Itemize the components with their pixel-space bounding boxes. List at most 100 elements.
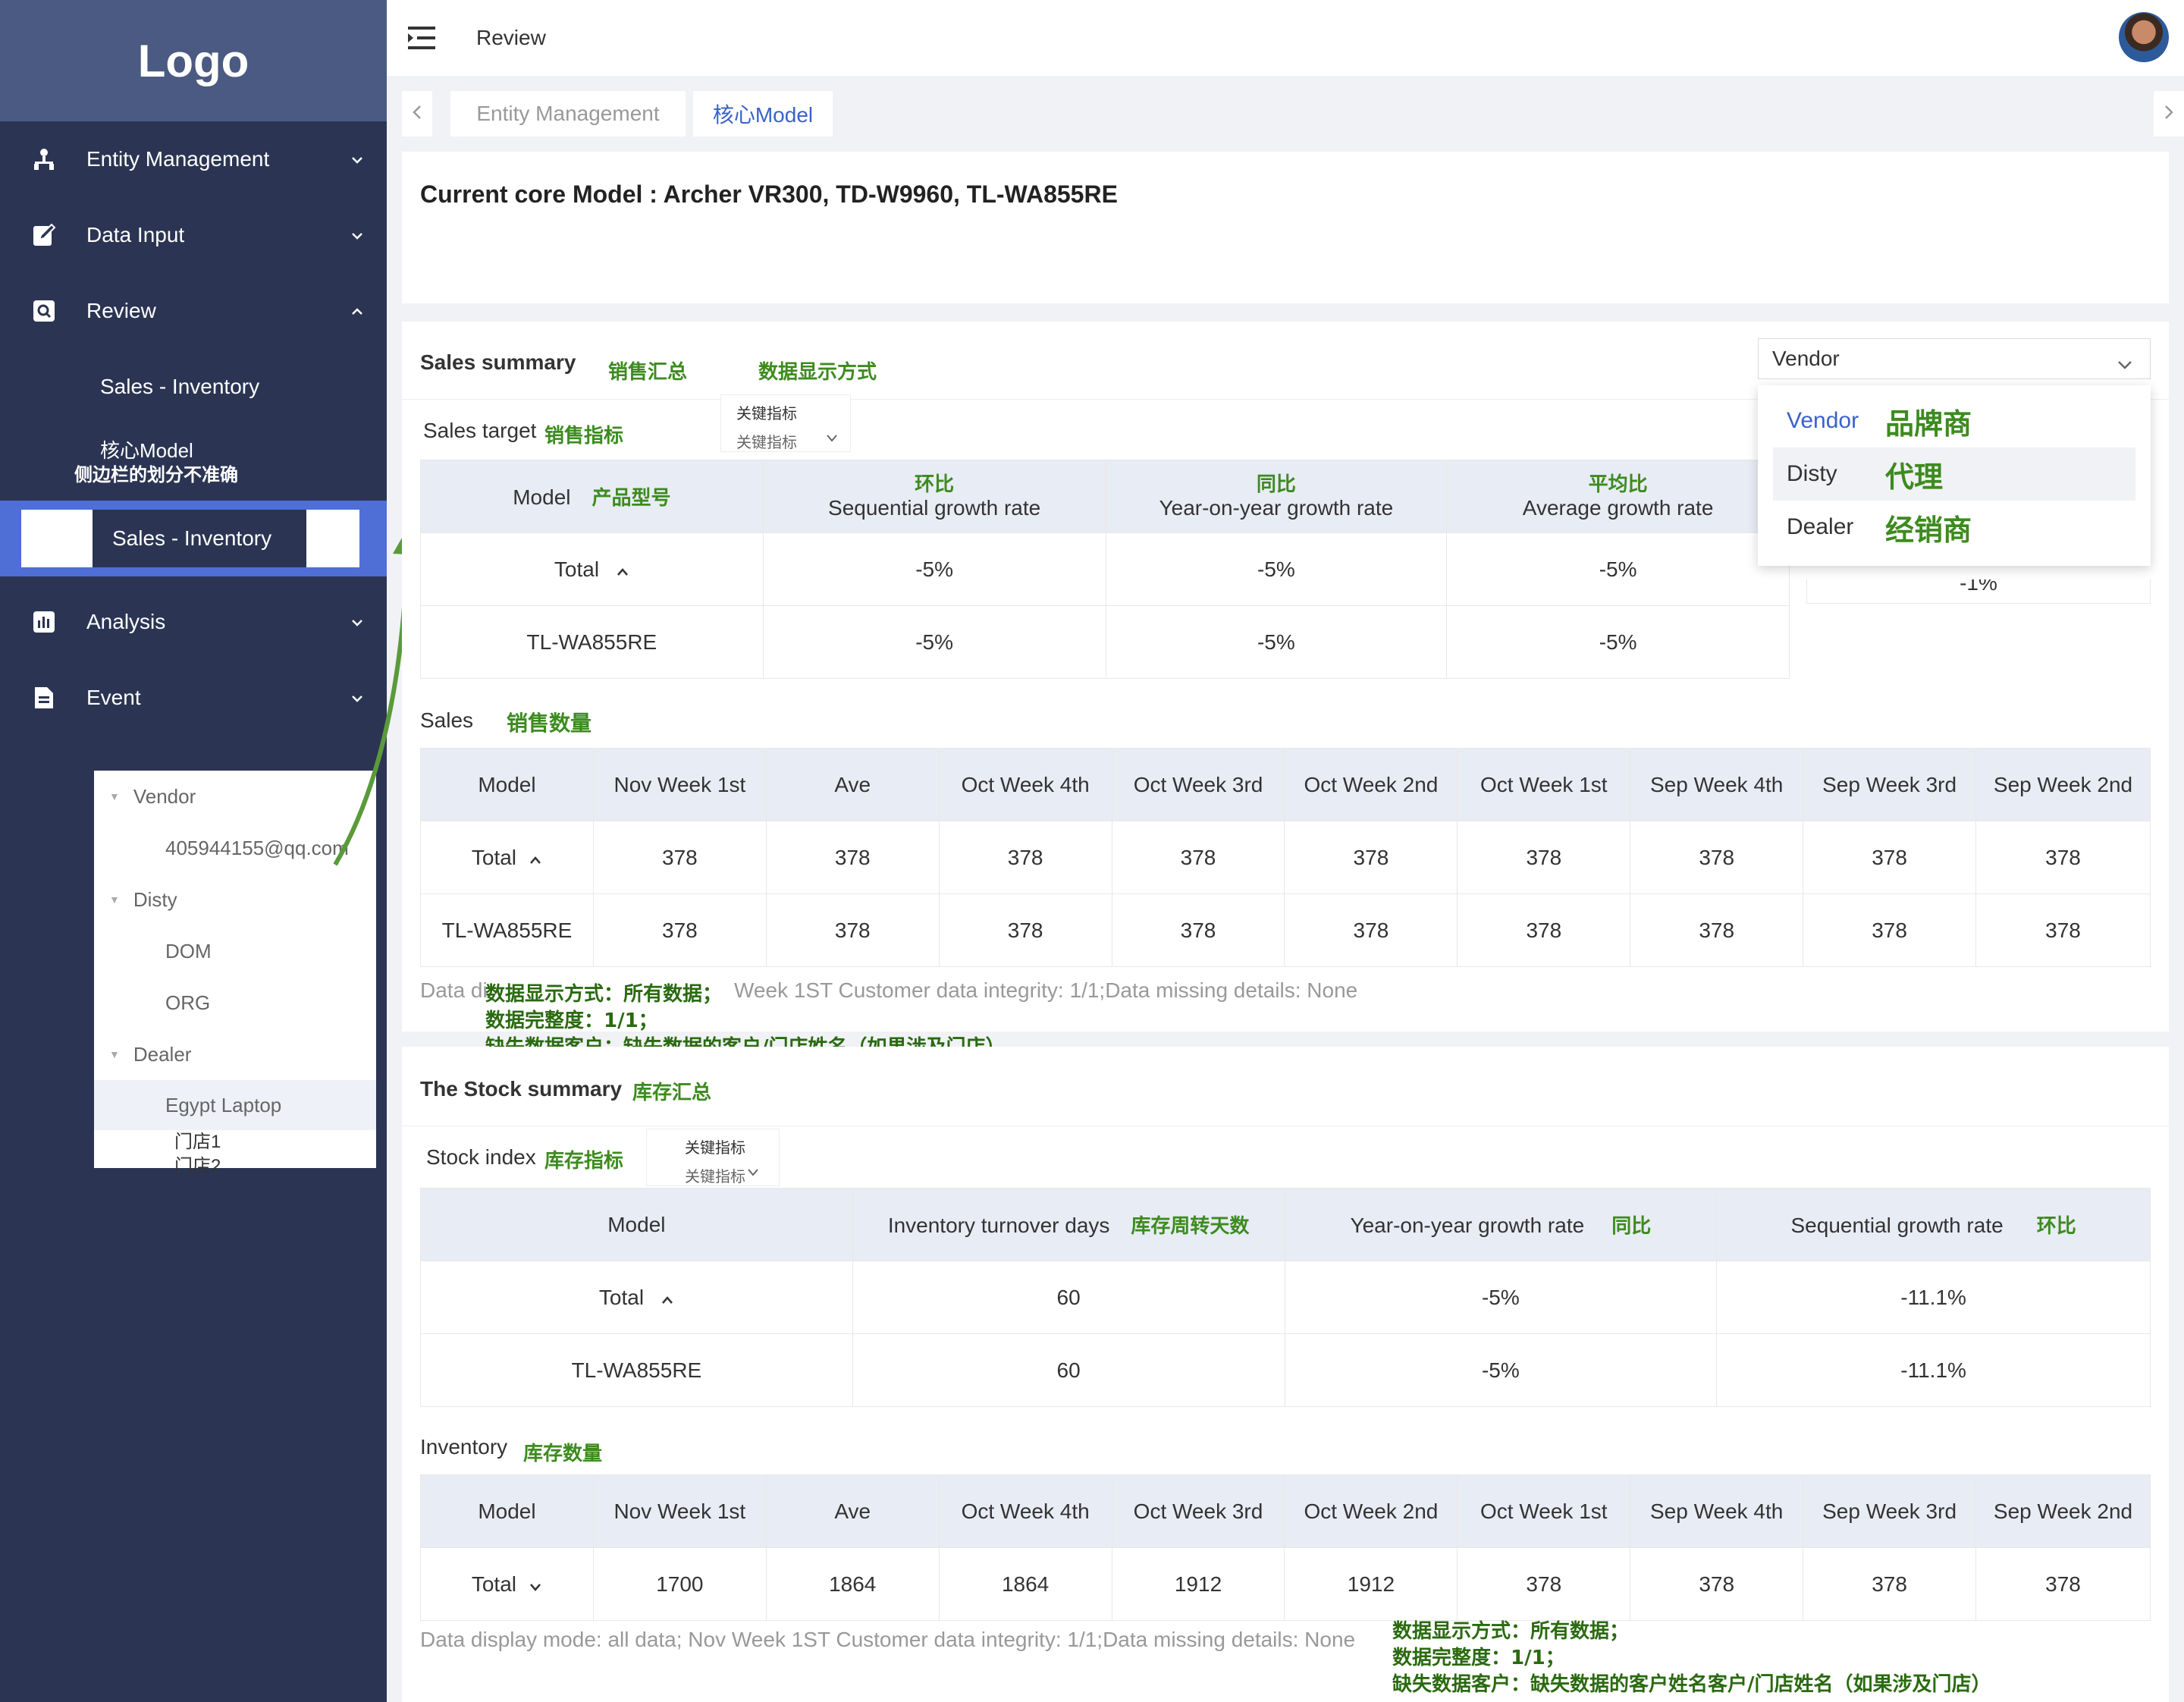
stock-index-table: Model Inventory turnover days 库存周转天数 Year…	[420, 1188, 2151, 1407]
sidebar-subitem-sales-inventory[interactable]: Sales - Inventory	[0, 349, 387, 425]
logo: Logo	[0, 0, 387, 121]
dropdown-option-disty[interactable]: Disty 代理	[1773, 447, 2135, 501]
column-header: 环比 Sequential growth rate	[762, 460, 1106, 533]
caret-down-icon: ▼	[109, 1048, 120, 1060]
annotation: 库存指标	[544, 1150, 624, 1173]
store-item[interactable]: 门店2	[174, 1154, 376, 1179]
chevron-down-icon	[2117, 351, 2133, 375]
table-cell: 378	[1630, 893, 1804, 967]
column-header: Sep Week 2nd	[1975, 1474, 2151, 1548]
stock-summary-card: The Stock summary 库存汇总 Stock index 库存指标 …	[402, 1047, 2169, 1702]
chevron-up-icon	[661, 1286, 674, 1309]
column-header: Ave	[765, 748, 940, 821]
sidebar-item-label: Analysis	[86, 610, 166, 633]
column-header: Sep Week 4th	[1630, 748, 1804, 821]
annotation-block: 数据显示方式：所有数据； 数据完整度：1/1； 缺失数据客户：缺失数据的客户姓名…	[1392, 1620, 1991, 1696]
table-cell: 378	[1284, 893, 1458, 967]
sidebar-item-label: Data Input	[86, 223, 185, 247]
table-row: Total 60 -5% -11.1%	[420, 1261, 2151, 1334]
table-cell: 378	[592, 893, 767, 967]
sidebar-item-entity-management[interactable]: Entity Management	[0, 121, 387, 197]
footnote: Data display mode: all data; Nov Week 1S…	[420, 1628, 1356, 1651]
entity-type-select[interactable]: Vendor	[1758, 338, 2151, 379]
inventory-label: Inventory	[420, 1435, 508, 1459]
key-index-select[interactable]: 关键指标 关键指标	[720, 394, 851, 452]
column-header: Oct Week 3rd	[1111, 1474, 1285, 1548]
column-header: Inventory turnover days 库存周转天数	[852, 1188, 1285, 1261]
table-row: TL-WA855RE -5% -5% -5%	[420, 605, 1790, 679]
table-cell: 378	[765, 821, 940, 894]
column-header: Model 产品型号	[420, 460, 764, 533]
sales-summary-card: Sales summary 销售汇总 数据显示方式 Sales target 销…	[402, 322, 2169, 1059]
chevron-up-icon	[616, 557, 629, 581]
caret-down-icon: ▼	[109, 893, 120, 906]
table-cell: 378	[938, 821, 1112, 894]
tree-node-egypt-laptop[interactable]: Egypt Laptop	[94, 1080, 376, 1130]
row-model-cell[interactable]: Total	[420, 1547, 594, 1621]
column-header: Model	[420, 748, 594, 821]
column-header: 平均比 Average growth rate	[1446, 460, 1790, 533]
store-item[interactable]: 门店1	[174, 1130, 376, 1154]
sales-target-label: Sales target	[423, 419, 537, 442]
tree-node-dom[interactable]: DOM	[94, 925, 376, 977]
stock-summary-title: The Stock summary	[420, 1077, 623, 1101]
menu-fold-icon[interactable]	[405, 21, 438, 55]
table-cell: 378	[938, 893, 1112, 967]
inventory-table: Model Nov Week 1st Ave Oct Week 4th Oct Week…	[420, 1474, 2151, 1621]
page-title: Review	[476, 26, 546, 49]
column-header: Oct Week 1st	[1457, 1474, 1631, 1548]
chevron-right-icon	[2164, 104, 2174, 124]
tree-stores: 门店1 门店2	[94, 1130, 376, 1179]
annotation: 数据显示方式	[758, 361, 877, 384]
core-model-card: Current core Model : Archer VR300, TD-W9…	[402, 152, 2169, 303]
table-cell: 1912	[1111, 1547, 1285, 1621]
dropdown-option-vendor[interactable]: Vendor 品牌商	[1758, 394, 2151, 447]
chevron-left-icon	[412, 104, 422, 124]
column-header: Oct Week 2nd	[1284, 1474, 1458, 1548]
tree-node-disty[interactable]: ▼ Disty	[94, 874, 376, 925]
table-cell: 378	[1803, 893, 1977, 967]
table-cell: 378	[765, 893, 940, 967]
top-header: Review	[387, 0, 2184, 76]
column-header: Oct Week 3rd	[1111, 748, 1285, 821]
sales-label: Sales	[420, 708, 474, 732]
table-cell: 378	[1111, 893, 1285, 967]
entity-type-dropdown: Vendor 品牌商 Disty 代理 Dealer 经销商	[1758, 385, 2151, 566]
user-tree-icon	[30, 146, 58, 173]
document-icon	[30, 684, 58, 711]
avatar[interactable]	[2119, 12, 2169, 62]
annotation: 库存汇总	[632, 1082, 712, 1104]
annotation: 销售数量	[507, 711, 592, 736]
tab-core-model[interactable]: 核心Model	[693, 91, 833, 137]
column-header: Sep Week 3rd	[1803, 748, 1977, 821]
table-cell: 378	[1457, 893, 1631, 967]
column-header: Nov Week 1st	[592, 748, 767, 821]
table-cell: 378	[1111, 821, 1285, 894]
table-row: Total -5% -5% -5%	[420, 532, 1790, 606]
table-cell: 378	[1975, 893, 2151, 967]
key-index-select[interactable]: 关键指标 关键指标	[646, 1129, 780, 1186]
tree-node-dealer[interactable]: ▼ Dealer	[94, 1028, 376, 1080]
column-header: Sequential growth rate 环比	[1716, 1188, 2151, 1261]
tree-node-org[interactable]: ORG	[94, 977, 376, 1028]
footnote-left: Data di	[420, 978, 488, 1002]
column-header: Model	[420, 1474, 594, 1548]
sidebar-item-label: Entity Management	[86, 147, 270, 171]
dropdown-option-dealer[interactable]: Dealer 经销商	[1758, 501, 2151, 554]
row-model-cell[interactable]: Total	[420, 821, 594, 894]
sidebar-subitem-core-model[interactable]: 核心Model 侧边栏的划分不准确	[0, 425, 387, 501]
sidebar-item-review[interactable]: Review	[0, 273, 387, 349]
tab-bar: Entity Management 核心Model	[387, 76, 2184, 152]
column-header: Year-on-year growth rate 同比	[1284, 1188, 1718, 1261]
annotation: 库存数量	[523, 1443, 603, 1465]
table-cell: 378	[1975, 1547, 2151, 1621]
tab-scroll-right[interactable]	[2154, 91, 2184, 137]
sidebar-item-label: Event	[86, 686, 141, 709]
tab-entity-management[interactable]: Entity Management	[450, 91, 686, 137]
sidebar-item-data-input[interactable]: Data Input	[0, 197, 387, 273]
chevron-down-icon	[747, 1164, 759, 1182]
tab-scroll-left[interactable]	[402, 91, 432, 137]
table-row: TL-WA855RE 60 -5% -11.1%	[420, 1333, 2151, 1407]
chevron-down-icon	[529, 1572, 542, 1596]
column-header: Sep Week 4th	[1630, 1474, 1804, 1548]
